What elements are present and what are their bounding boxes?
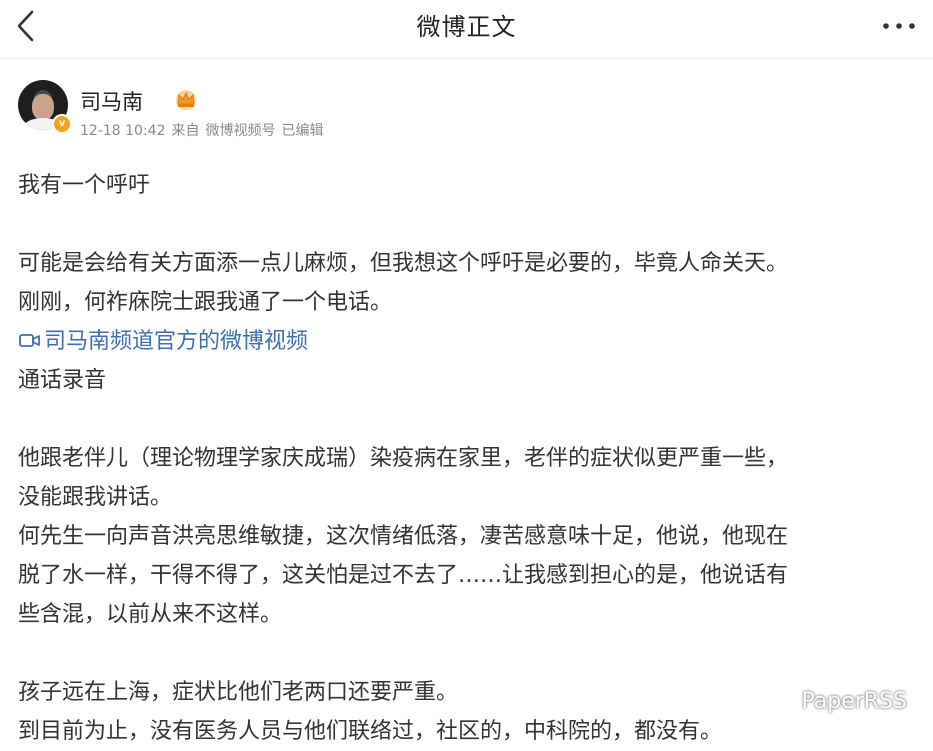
video-link[interactable]: 司马南频道官方的微博视频 [18, 322, 918, 361]
crown-icon [176, 90, 196, 110]
video-camera-icon [19, 334, 40, 347]
verified-badge-icon: v [52, 114, 72, 134]
avatar-face [32, 94, 54, 120]
post-line: 他跟老伴儿（理论物理学家庆成瑞）染疫病在家里，老伴的症状似更严重一些， [18, 446, 789, 471]
post-time: 12-18 10:42 [80, 123, 166, 139]
video-link-label[interactable]: 司马南频道官方的微博视频 [44, 329, 308, 354]
more-options-button[interactable] [881, 18, 917, 34]
post-line: 我有一个呼吁 [18, 173, 151, 198]
post-meta: 12-18 10:42 来自 微博视频号 已编辑 [80, 120, 329, 140]
post-line: 脱了水一样，干得不得了，这关怕是过不去了……让我感到担心的是，他说话有 [18, 563, 789, 588]
top-bar: 微博正文 [0, 0, 933, 59]
edited-label: 已编辑 [281, 123, 324, 139]
wechat-icon [760, 688, 792, 713]
post-line: 可能是会给有关方面添一点儿麻烦，但我想这个呼吁是必要的，毕竟人命关天。 [18, 251, 789, 276]
page-title: 微博正文 [416, 13, 517, 41]
post-body: 我有一个呼吁 可能是会给有关方面添一点儿麻烦，但我想这个呼吁是必要的，毕竟人命关… [18, 166, 918, 751]
post-line: 没能跟我讲话。 [18, 485, 173, 510]
post-line: 刚刚，何祚庥院士跟我通了一个电话。 [18, 290, 393, 315]
more-dots-icon [883, 23, 915, 29]
watermark-text: PaperRSS [801, 688, 907, 714]
author-header: v 司马南 12-18 10:42 来自 微博视频号 已编辑 [18, 80, 898, 140]
post-line: 何先生一向声音洪亮思维敏捷，这次情绪低落，凄苦感意味十足，他说，他现在 [18, 524, 789, 549]
post-source[interactable]: 微博视频号 [205, 123, 275, 139]
watermark: PaperRSS [759, 684, 907, 718]
author-name[interactable]: 司马南 [80, 86, 143, 116]
post-source-prefix: 来自 [171, 123, 200, 139]
post-line: 通话录音 [18, 368, 107, 393]
post-line: 些含混，以前从来不这样。 [18, 602, 283, 627]
